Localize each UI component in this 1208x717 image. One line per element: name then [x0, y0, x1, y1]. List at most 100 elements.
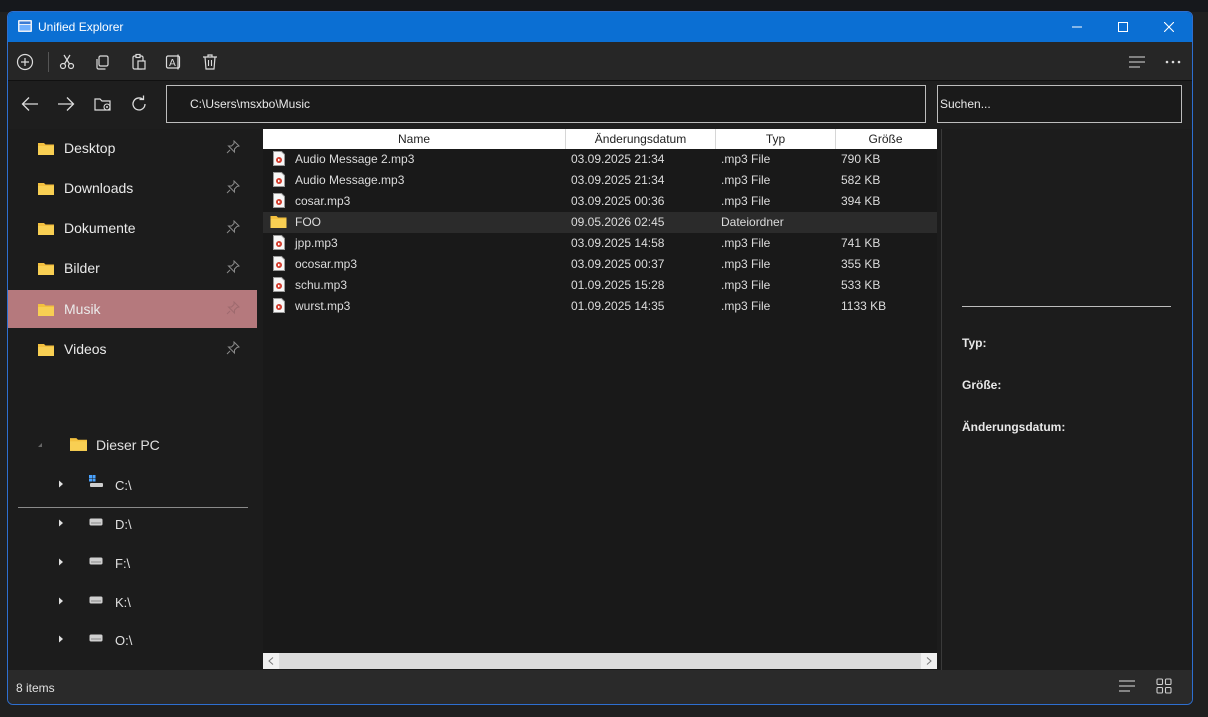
pin-icon[interactable] — [226, 341, 240, 355]
address-input[interactable] — [167, 86, 925, 122]
table-row[interactable]: Audio Message 2.mp3 03.09.2025 21:34 .mp… — [263, 149, 937, 170]
arrow-left-icon — [21, 97, 38, 111]
table-row[interactable]: wurst.mp3 01.09.2025 14:35 .mp3 File 113… — [263, 296, 937, 317]
scroll-left-button[interactable] — [263, 653, 279, 669]
pin-icon[interactable] — [226, 260, 240, 274]
details-date-label: Änderungsdatum: — [962, 420, 1066, 434]
pin-icon[interactable] — [226, 140, 240, 154]
pin-icon[interactable] — [226, 180, 240, 194]
explorer-window: Unified Explorer A C:\Users\msxbo\Music … — [7, 11, 1193, 705]
caret-collapsed-icon[interactable] — [56, 479, 66, 489]
caret-expanded-icon[interactable] — [35, 440, 45, 450]
table-row[interactable]: ocosar.mp3 03.09.2025 00:37 .mp3 File 35… — [263, 254, 937, 275]
toolbar — [8, 42, 1192, 81]
audio-file-icon — [273, 256, 285, 271]
folder-icon — [38, 263, 54, 275]
caret-collapsed-icon[interactable] — [56, 596, 66, 606]
folder-icon — [70, 438, 87, 451]
refresh-icon — [132, 95, 146, 111]
details-type-label: Typ: — [962, 336, 987, 350]
column-header-date[interactable]: Änderungsdatum — [566, 132, 715, 146]
rename-button[interactable]: A — [163, 51, 185, 73]
toolbar-separator — [48, 52, 49, 72]
scroll-right-button[interactable] — [921, 653, 937, 669]
tree-item-dieser-pc[interactable]: Dieser PC — [8, 429, 257, 459]
folder-settings-icon — [94, 98, 111, 111]
audio-file-icon — [273, 277, 285, 292]
tree-item-drive-d[interactable]: D:\ — [8, 508, 257, 538]
forward-button[interactable] — [54, 92, 78, 116]
delete-button[interactable] — [199, 51, 221, 73]
drive-icon — [89, 634, 103, 642]
list-view-button[interactable] — [1118, 678, 1138, 696]
file-date: 03.09.2025 21:34 — [571, 173, 665, 187]
table-row[interactable]: jpp.mp3 03.09.2025 14:58 .mp3 File 741 K… — [263, 233, 937, 254]
cut-button[interactable] — [56, 51, 78, 73]
pin-icon[interactable] — [226, 220, 240, 234]
file-date: 01.09.2025 15:28 — [571, 278, 665, 292]
details-pane: Typ: Größe: Änderungsdatum: — [942, 129, 1192, 670]
caret-collapsed-icon[interactable] — [56, 634, 66, 644]
close-button[interactable] — [1146, 12, 1192, 42]
table-row[interactable]: FOO 09.05.2026 02:45 Dateiordner — [263, 212, 937, 233]
sidebar-item-musik[interactable]: Musik — [8, 290, 257, 328]
maximize-button[interactable] — [1100, 12, 1146, 42]
paste-icon — [132, 53, 146, 70]
caret-collapsed-icon[interactable] — [56, 557, 66, 567]
caret-collapsed-icon[interactable] — [56, 518, 66, 528]
svg-text:A: A — [169, 58, 176, 69]
minimize-button[interactable] — [1054, 12, 1100, 42]
new-button[interactable] — [14, 51, 36, 73]
tree-item-drive-f[interactable]: F:\ — [8, 547, 257, 577]
table-row[interactable]: cosar.mp3 03.09.2025 00:36 .mp3 File 394… — [263, 191, 937, 212]
drive-label: C:\ — [115, 478, 132, 493]
grid-view-button[interactable] — [1156, 678, 1176, 696]
sidebar-item-bilder[interactable]: Bilder — [8, 249, 257, 287]
search-box[interactable] — [937, 85, 1182, 123]
drive-icon — [89, 518, 103, 526]
file-list: Name Änderungsdatum Typ Größe Audio Mess… — [263, 129, 937, 670]
tree-item-drive-c[interactable]: C:\ — [8, 469, 257, 499]
tree-item-drive-k[interactable]: K:\ — [8, 586, 257, 616]
table-row[interactable]: schu.mp3 01.09.2025 15:28 .mp3 File 533 … — [263, 275, 937, 296]
file-type: .mp3 File — [721, 194, 771, 208]
details-divider — [962, 306, 1171, 307]
file-size: 1133 KB — [841, 299, 887, 313]
horizontal-scrollbar[interactable] — [263, 653, 937, 669]
audio-file-icon — [273, 235, 285, 250]
title-bar[interactable]: Unified Explorer — [8, 12, 1192, 42]
file-type: .mp3 File — [721, 278, 771, 292]
tree-item-label: Dieser PC — [96, 437, 160, 453]
sidebar-item-videos[interactable]: Videos — [8, 330, 257, 368]
sidebar-item-dokumente[interactable]: Dokumente — [8, 209, 257, 247]
open-folder-button[interactable] — [91, 92, 115, 116]
search-input[interactable] — [938, 86, 1181, 122]
pin-icon[interactable] — [226, 301, 240, 315]
status-bar: 8 items — [8, 670, 1192, 704]
file-date: 09.05.2026 02:45 — [571, 215, 665, 229]
folder-icon — [270, 216, 287, 228]
file-date: 03.09.2025 00:37 — [571, 257, 665, 271]
address-bar[interactable] — [166, 85, 926, 123]
file-name: schu.mp3 — [295, 278, 348, 292]
more-button[interactable] — [1162, 51, 1184, 73]
column-header-type[interactable]: Typ — [716, 132, 835, 146]
column-header-size[interactable]: Größe — [836, 132, 935, 146]
sidebar-item-desktop[interactable]: Desktop — [8, 129, 257, 167]
file-size: 582 KB — [841, 173, 881, 187]
file-size: 355 KB — [841, 257, 881, 271]
table-row[interactable]: Audio Message.mp3 03.09.2025 21:34 .mp3 … — [263, 170, 937, 191]
file-name: Audio Message 2.mp3 — [295, 152, 415, 166]
view-options-button[interactable] — [1126, 51, 1148, 73]
folder-icon — [38, 143, 54, 155]
back-button[interactable] — [18, 92, 42, 116]
tree-item-drive-o[interactable]: O:\ — [8, 624, 257, 654]
file-name: Audio Message.mp3 — [295, 173, 405, 187]
column-header-name[interactable]: Name — [263, 132, 565, 146]
paste-button[interactable] — [128, 51, 150, 73]
refresh-button[interactable] — [127, 92, 151, 116]
file-name: ocosar.mp3 — [295, 257, 358, 271]
drive-label: O:\ — [115, 633, 133, 648]
sidebar-item-downloads[interactable]: Downloads — [8, 169, 257, 207]
copy-button[interactable] — [91, 51, 113, 73]
